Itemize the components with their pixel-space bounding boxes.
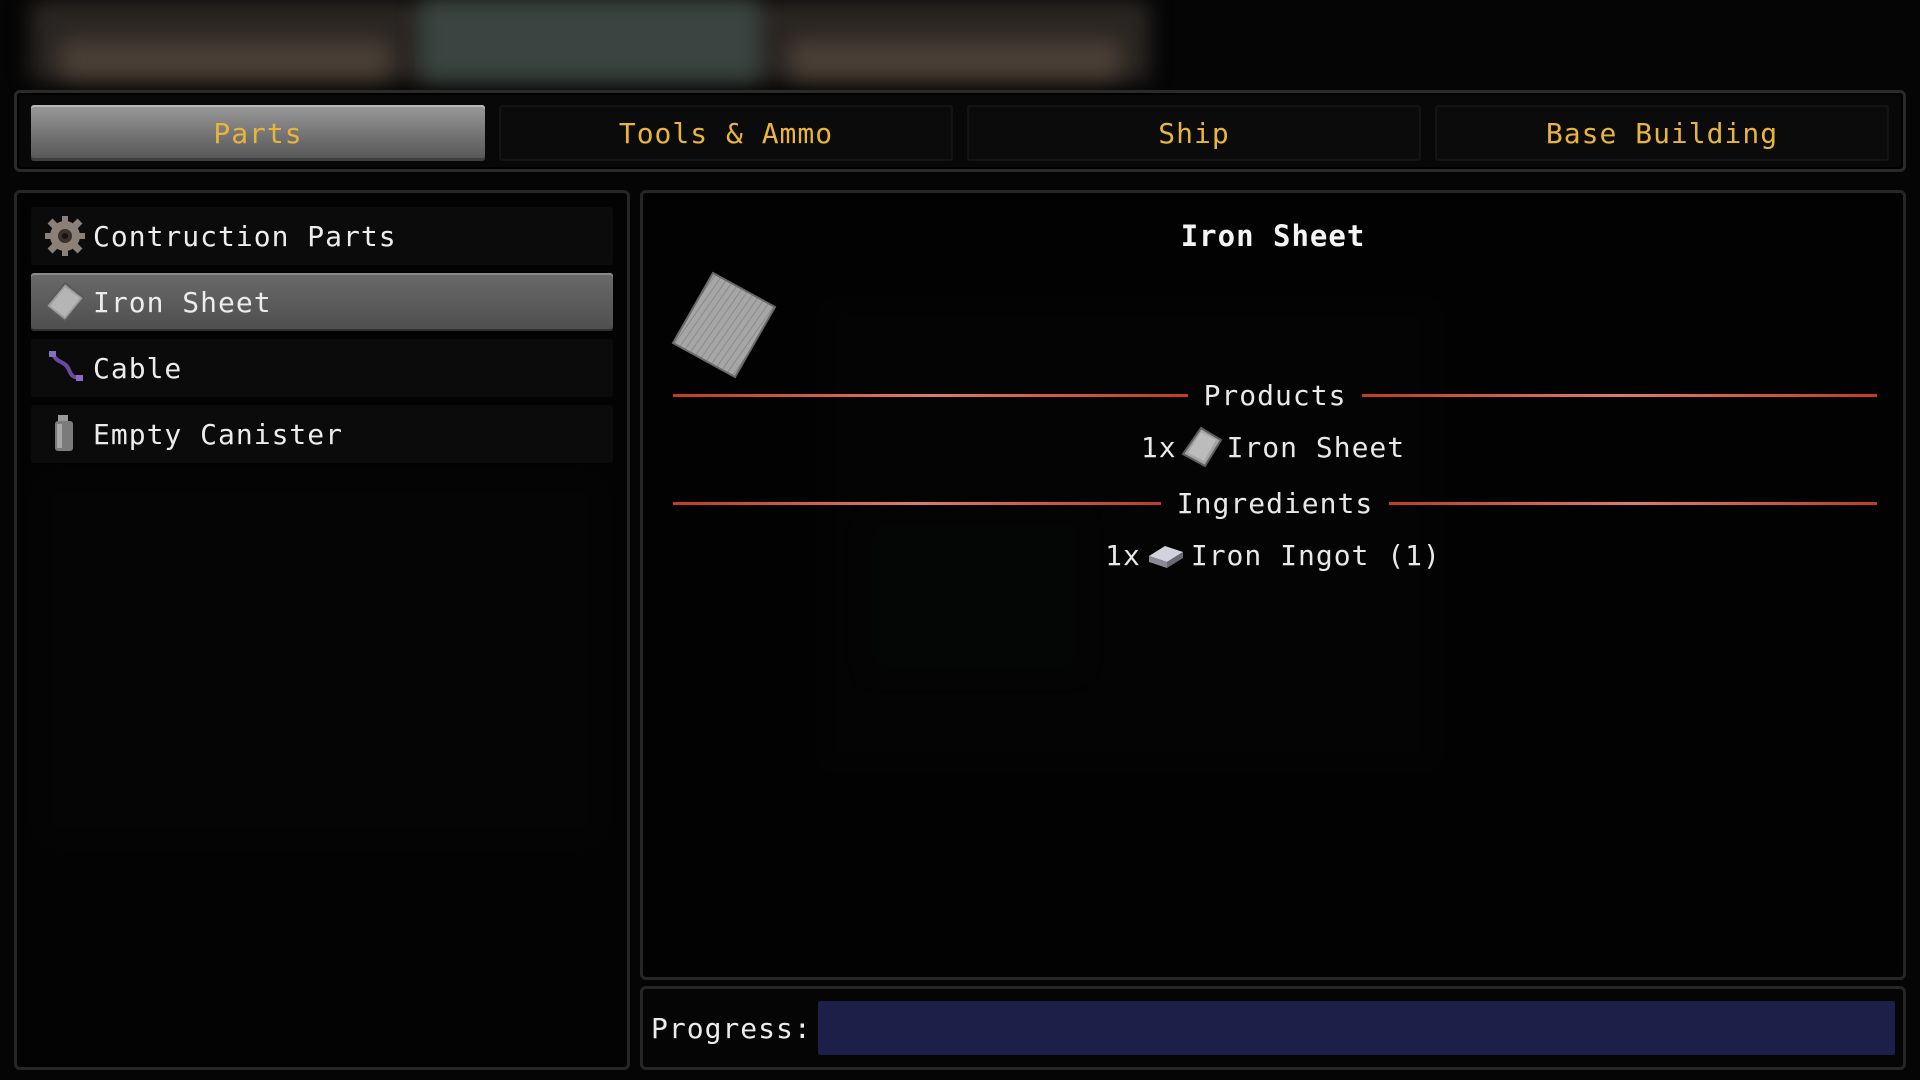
recipe-item-cable[interactable]: Cable <box>31 339 613 397</box>
cable-icon <box>43 346 87 390</box>
recipe-title: Iron Sheet <box>1180 219 1366 253</box>
recipe-list-panel: Contruction Parts Iron Sheet Cable Empty… <box>14 190 630 1070</box>
divider-line <box>1389 501 1877 505</box>
recipe-item-label: Cable <box>93 351 183 385</box>
iron-ingot-icon <box>1145 534 1187 576</box>
progress-panel: Progress: <box>640 986 1906 1070</box>
tab-ship[interactable]: Ship <box>967 105 1421 161</box>
gear-icon <box>43 214 87 258</box>
tab-parts[interactable]: Parts <box>31 105 485 161</box>
category-tab-bar: Parts Tools & Ammo Ship Base Building <box>14 90 1906 172</box>
progress-label: Progress: <box>651 1011 812 1045</box>
ingredient-name: Iron Ingot (1) <box>1190 538 1441 572</box>
iron-sheet-icon <box>1181 426 1223 468</box>
ingredient-quantity: 1x <box>1105 538 1141 572</box>
ingredient-row: 1x Iron Ingot (1) <box>643 533 1903 577</box>
ingredients-label: Ingredients <box>1176 486 1374 520</box>
products-label: Products <box>1203 378 1347 412</box>
products-section-header: Products <box>673 375 1878 415</box>
progress-bar <box>817 1001 1895 1055</box>
recipe-item-label: Iron Sheet <box>93 285 272 319</box>
canister-icon <box>43 412 87 456</box>
divider-line <box>673 501 1161 505</box>
recipe-detail-panel: Iron Sheet Products 1x Iron Sheet Ingred… <box>640 190 1906 980</box>
tab-tools-ammo[interactable]: Tools & Ammo <box>499 105 953 161</box>
tab-base-building[interactable]: Base Building <box>1435 105 1889 161</box>
divider-line <box>1362 393 1878 397</box>
recipe-item-iron-sheet[interactable]: Iron Sheet <box>31 273 613 331</box>
ingredients-section-header: Ingredients <box>673 483 1877 523</box>
product-quantity: 1x <box>1140 430 1177 464</box>
product-name: Iron Sheet <box>1226 430 1406 464</box>
recipe-item-label: Contruction Parts <box>93 219 397 253</box>
iron-sheet-icon <box>663 265 783 385</box>
iron-sheet-icon <box>43 280 87 324</box>
recipe-item-construction-parts[interactable]: Contruction Parts <box>31 207 613 265</box>
recipe-item-empty-canister[interactable]: Empty Canister <box>31 405 613 463</box>
recipe-item-label: Empty Canister <box>93 417 344 451</box>
divider-line <box>673 393 1188 397</box>
product-row: 1x Iron Sheet <box>643 425 1903 469</box>
